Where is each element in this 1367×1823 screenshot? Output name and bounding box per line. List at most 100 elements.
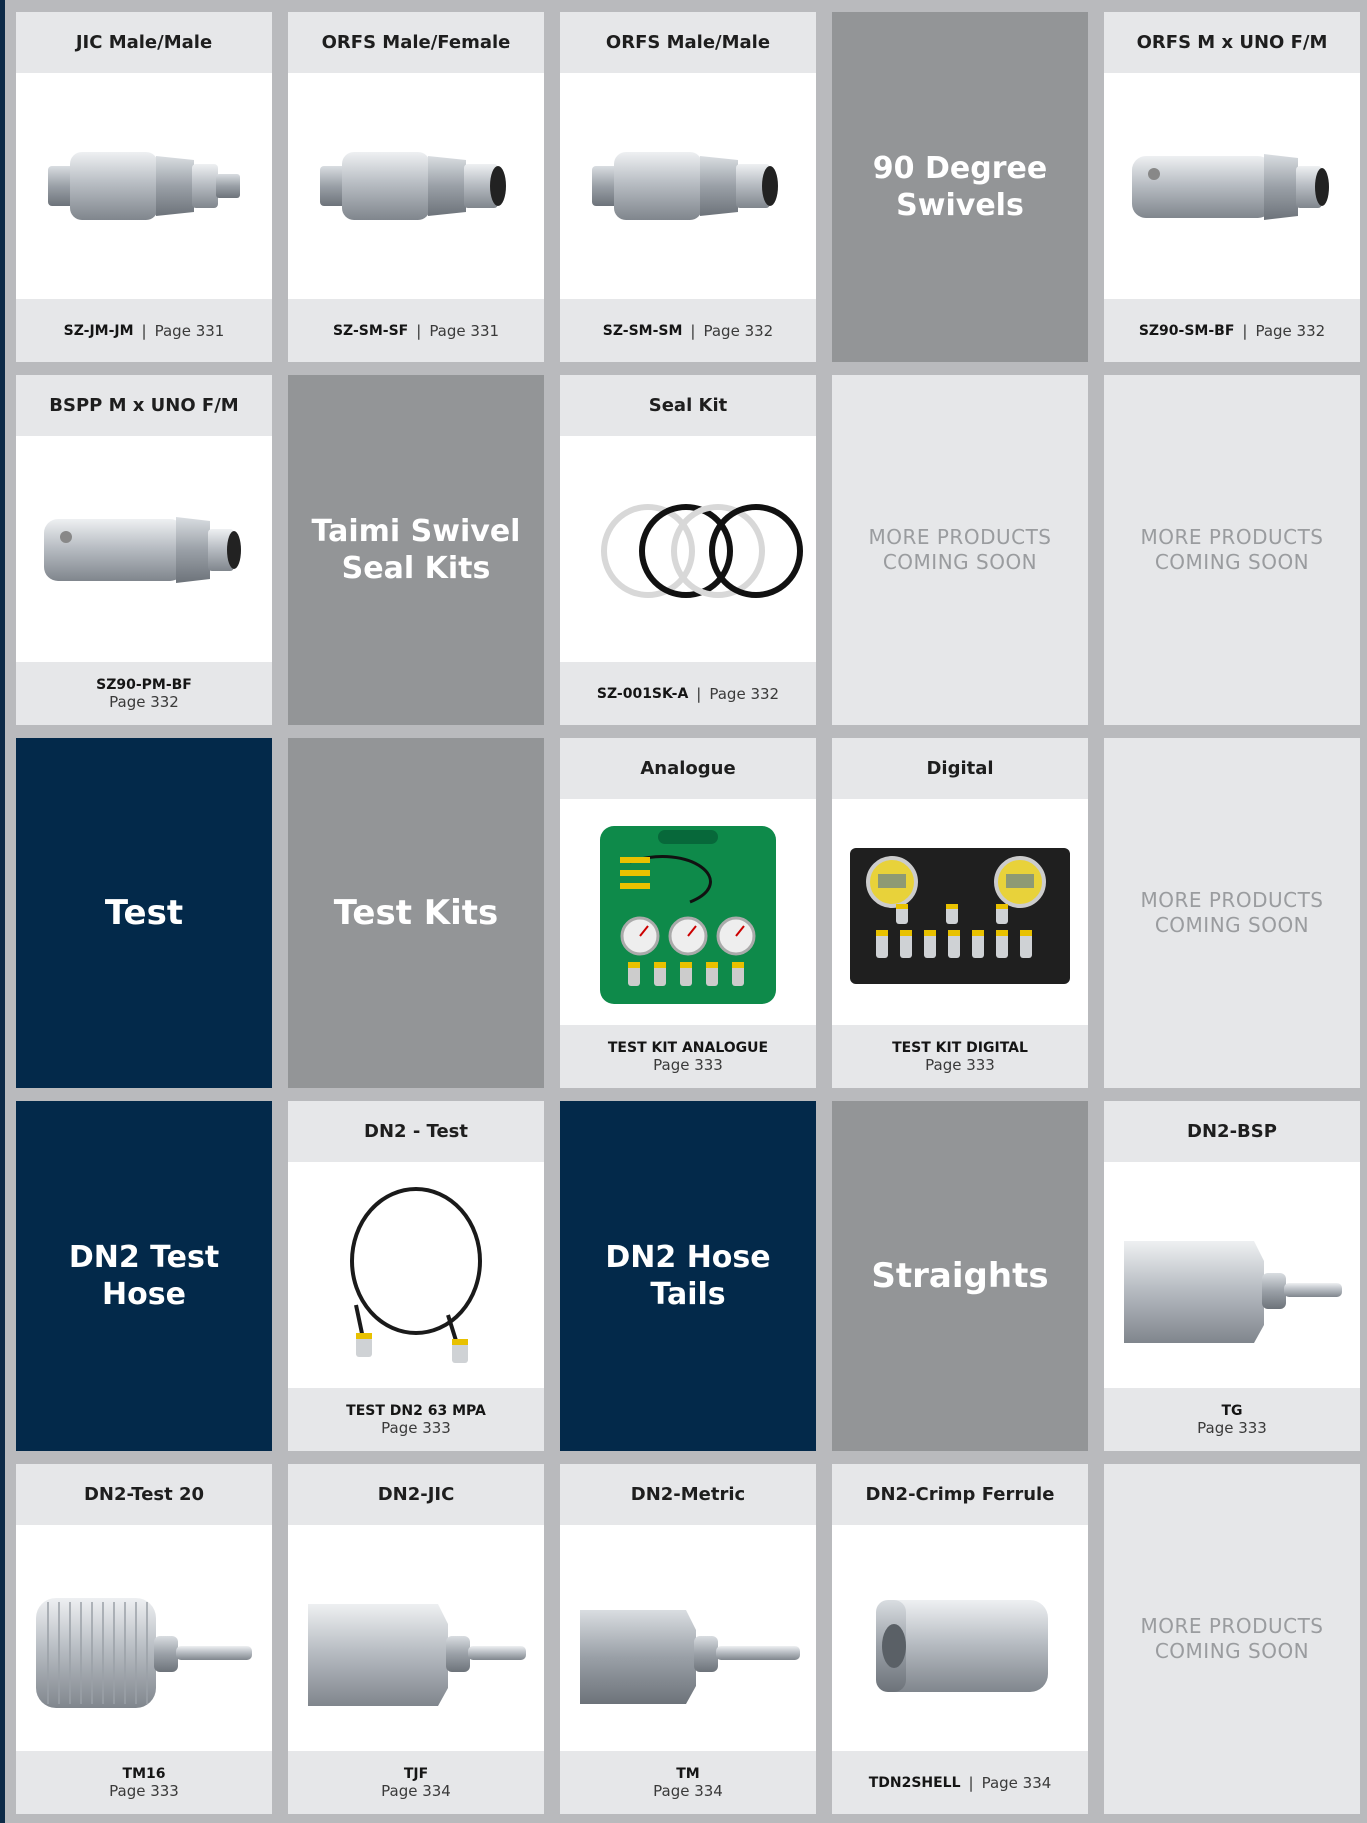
product-title: DN2-JIC	[288, 1464, 544, 1525]
product-footer: SZ-SM-SM | Page 332	[560, 299, 816, 362]
product-card-tg[interactable]: DN2-BSP TG Page 333	[1104, 1101, 1360, 1451]
product-image	[1104, 1162, 1360, 1388]
separator: |	[696, 684, 702, 703]
product-card-sz90-sm-bf[interactable]: ORFS M x UNO F/M SZ90-SM-BF | Page 332	[1104, 12, 1360, 362]
product-footer: TEST KIT DIGITAL Page 333	[832, 1025, 1088, 1088]
product-title: Analogue	[560, 738, 816, 799]
category-tile-straights[interactable]: Straights	[832, 1101, 1088, 1451]
product-footer: TM Page 334	[560, 1751, 816, 1814]
coming-soon-placeholder: MORE PRODUCTS COMING SOON	[1104, 1464, 1360, 1814]
product-footer: TEST DN2 63 MPA Page 333	[288, 1388, 544, 1451]
swivel-orfs-mf-icon	[320, 152, 506, 220]
category-tile-taimi-swivel-seal-kits[interactable]: Taimi Swivel Seal Kits	[288, 375, 544, 725]
product-card-tm[interactable]: DN2-Metric TM Page 334	[560, 1464, 816, 1814]
product-card-sz-001sk-a[interactable]: Seal Kit SZ-001SK-A | Page 332	[560, 375, 816, 725]
product-footer: SZ-SM-SF | Page 331	[288, 299, 544, 362]
product-card-tm16[interactable]: DN2-Test 20 TM16 Page 333	[16, 1464, 272, 1814]
product-footer: TEST KIT ANALOGUE Page 333	[560, 1025, 816, 1088]
product-image	[560, 1525, 816, 1751]
product-code: TG	[1221, 1402, 1243, 1419]
category-tile-test-kits[interactable]: Test Kits	[288, 738, 544, 1088]
separator: |	[690, 321, 696, 340]
product-card-test-kit-digital[interactable]: Digital TEST KIT DIGITAL Page 333	[832, 738, 1088, 1088]
product-code: SZ-001SK-A	[596, 685, 689, 702]
page-reference: Page 334	[981, 1773, 1052, 1792]
product-card-sz-jm-jm[interactable]: JIC Male/Male SZ-JM-JM | Page 331	[16, 12, 272, 362]
category-title: Test Kits	[333, 892, 499, 933]
product-footer: SZ-001SK-A | Page 332	[560, 662, 816, 725]
product-image	[832, 1525, 1088, 1751]
product-title: DN2-BSP	[1104, 1101, 1360, 1162]
page-edge-bar	[0, 0, 5, 1823]
separator: |	[1242, 321, 1248, 340]
page-reference: Page 334	[653, 1781, 723, 1800]
product-card-sz-sm-sm[interactable]: ORFS Male/Male SZ-SM-SM | Page 332	[560, 12, 816, 362]
page-reference: Page 333	[381, 1418, 451, 1437]
page-reference: Page 332	[109, 692, 179, 711]
coming-soon-placeholder: MORE PRODUCTS COMING SOON	[1104, 375, 1360, 725]
product-code: TEST DN2 63 MPA	[346, 1402, 486, 1419]
product-card-tjf[interactable]: DN2-JIC TJF Page 334	[288, 1464, 544, 1814]
category-title: Test	[104, 892, 184, 933]
page-reference: Page 334	[381, 1781, 451, 1800]
seal-rings-icon	[601, 504, 803, 598]
category-tile-test[interactable]: Test	[16, 738, 272, 1088]
page-reference: Page 333	[1197, 1418, 1267, 1437]
product-grid: JIC Male/Male SZ-JM-JM | Page 331 ORFS Male/…	[16, 12, 1360, 1814]
product-image	[16, 1525, 272, 1751]
product-code: SZ-JM-JM	[63, 322, 134, 339]
coming-soon-placeholder: MORE PRODUCTS COMING SOON	[832, 375, 1088, 725]
product-title: Digital	[832, 738, 1088, 799]
coming-soon-text: MORE PRODUCTS COMING SOON	[868, 525, 1052, 574]
product-card-tdn2shell[interactable]: DN2-Crimp Ferrule TDN2SHELL | Page 334	[832, 1464, 1088, 1814]
page-reference: Page 332	[703, 321, 774, 340]
coming-soon-text: MORE PRODUCTS COMING SOON	[1140, 1614, 1324, 1663]
page-reference: Page 331	[429, 321, 500, 340]
swivel-90-bspp-icon	[44, 517, 241, 583]
product-image	[832, 799, 1088, 1025]
product-card-sz90-pm-bf[interactable]: BSPP M x UNO F/M SZ90-PM-BF Page 332	[16, 375, 272, 725]
product-footer: SZ90-PM-BF Page 332	[16, 662, 272, 725]
category-title: Straights	[871, 1255, 1049, 1296]
product-card-sz-sm-sf[interactable]: ORFS Male/Female SZ-SM-SF | Page 331	[288, 12, 544, 362]
category-tile-dn2-test-hose[interactable]: DN2 Test Hose	[16, 1101, 272, 1451]
coming-soon-text: MORE PRODUCTS COMING SOON	[1140, 525, 1324, 574]
separator: |	[141, 321, 147, 340]
category-title: DN2 Test Hose	[68, 1239, 220, 1313]
test-hose-icon	[350, 1187, 482, 1363]
coming-soon-text: MORE PRODUCTS COMING SOON	[1140, 888, 1324, 937]
product-code: TEST KIT DIGITAL	[892, 1039, 1028, 1056]
swivel-orfs-mm-icon	[592, 152, 778, 220]
page-reference: Page 333	[925, 1055, 995, 1074]
product-image	[560, 436, 816, 662]
category-tile-90-degree-swivels[interactable]: 90 Degree Swivels	[832, 12, 1088, 362]
separator: |	[968, 1773, 974, 1792]
product-code: SZ-SM-SF	[332, 322, 409, 339]
category-tile-dn2-hose-tails[interactable]: DN2 Hose Tails	[560, 1101, 816, 1451]
product-title: ORFS Male/Female	[288, 12, 544, 73]
product-code: SZ-SM-SM	[602, 322, 683, 339]
product-title: BSPP M x UNO F/M	[16, 375, 272, 436]
page-reference: Page 331	[154, 321, 225, 340]
product-code: SZ90-PM-BF	[96, 676, 192, 693]
product-title: ORFS M x UNO F/M	[1104, 12, 1360, 73]
crimp-ferrule-icon	[876, 1600, 1048, 1692]
hose-tail-bsp-icon	[1124, 1241, 1342, 1343]
separator: |	[416, 321, 422, 340]
product-card-test-dn2-63-mpa[interactable]: DN2 - Test TEST DN2 63 MPA Page 333	[288, 1101, 544, 1451]
product-footer: TJF Page 334	[288, 1751, 544, 1814]
product-title: DN2-Metric	[560, 1464, 816, 1525]
product-image	[288, 1525, 544, 1751]
test-kit-digital-icon	[850, 848, 1070, 984]
product-code: TEST KIT ANALOGUE	[607, 1039, 769, 1056]
product-footer: SZ90-SM-BF | Page 332	[1104, 299, 1360, 362]
product-image	[16, 436, 272, 662]
swivel-jic-icon	[48, 152, 240, 220]
page-reference: Page 332	[709, 684, 780, 703]
product-footer: SZ-JM-JM | Page 331	[16, 299, 272, 362]
category-title: Taimi Swivel Seal Kits	[311, 513, 521, 587]
page-reference: Page 333	[653, 1055, 723, 1074]
product-card-test-kit-analogue[interactable]: Analogue TEST KIT ANALOGUE Page 333	[560, 738, 816, 1088]
product-code: TDN2SHELL	[868, 1774, 961, 1791]
product-code: TJF	[403, 1765, 429, 1782]
